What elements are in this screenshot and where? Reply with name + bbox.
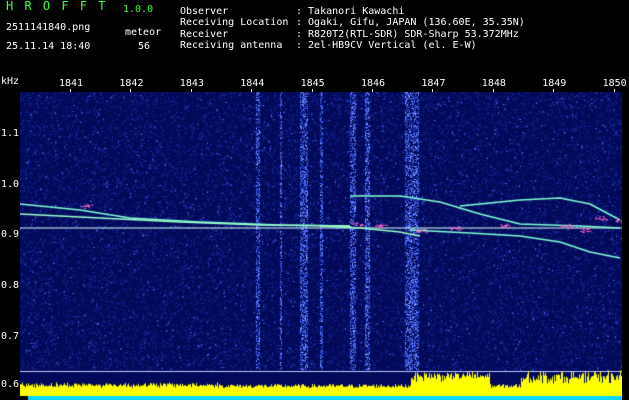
meteor-label: meteor [125,27,162,38]
time-tick-label: 1843 [179,78,204,89]
freq-tick-label: 0.6 [1,379,20,390]
location-value: : Ogaki, Gifu, JAPAN (136.60E, 35.35N) [296,17,525,28]
app-version: 1.0.0 [123,4,154,15]
freq-tick-label: 0.9 [1,229,20,240]
time-tick-label: 1845 [300,78,325,89]
antenna-value: : 2el-HB9CV Vertical (el. E-W) [296,40,477,51]
freq-tick-label: 1.1 [1,128,20,139]
time-tick-label: 1848 [481,78,506,89]
time-tick-label: 1850 [602,78,627,89]
freq-tick-label: 0.7 [1,331,20,342]
time-tick-label: 1844 [240,78,265,89]
datetime-label: 25.11.14 18:40 [6,41,91,52]
time-tick-label: 1847 [421,78,446,89]
app-name: H R O F F T [6,0,108,13]
time-tick-label: 1846 [361,78,386,89]
time-tick-label: 1842 [119,78,144,89]
hroffft-window: H R O F F T 1.0.0 2511141840.png meteor … [0,0,629,400]
frequency-axis: kHz 1.1 1.0 0.9 0.8 0.7 0.6 [0,76,20,400]
observer-label: Observer [180,6,229,17]
freq-unit-label: kHz [1,76,20,87]
antenna-label: Receiving antenna [180,40,283,51]
freq-tick-label: 1.0 [1,179,20,190]
time-tick-label: 1841 [59,78,84,89]
receiver-value: : R820T2(RTL-SDR) SDR-Sharp 53.372MHz [296,29,519,40]
freq-tick-label: 0.8 [1,280,20,291]
time-axis: 1841 1842 1843 1844 1845 1846 1847 1848 1849 1850 [0,76,629,93]
location-label: Receiving Location [180,17,289,28]
spectrogram-display [20,92,622,400]
receiver-label: Receiver [180,29,229,40]
observer-value: : Takanori Kawachi [296,6,405,17]
filename-label: 2511141840.png [6,22,91,33]
meteor-count: 56 [138,41,151,52]
time-tick-label: 1849 [542,78,567,89]
